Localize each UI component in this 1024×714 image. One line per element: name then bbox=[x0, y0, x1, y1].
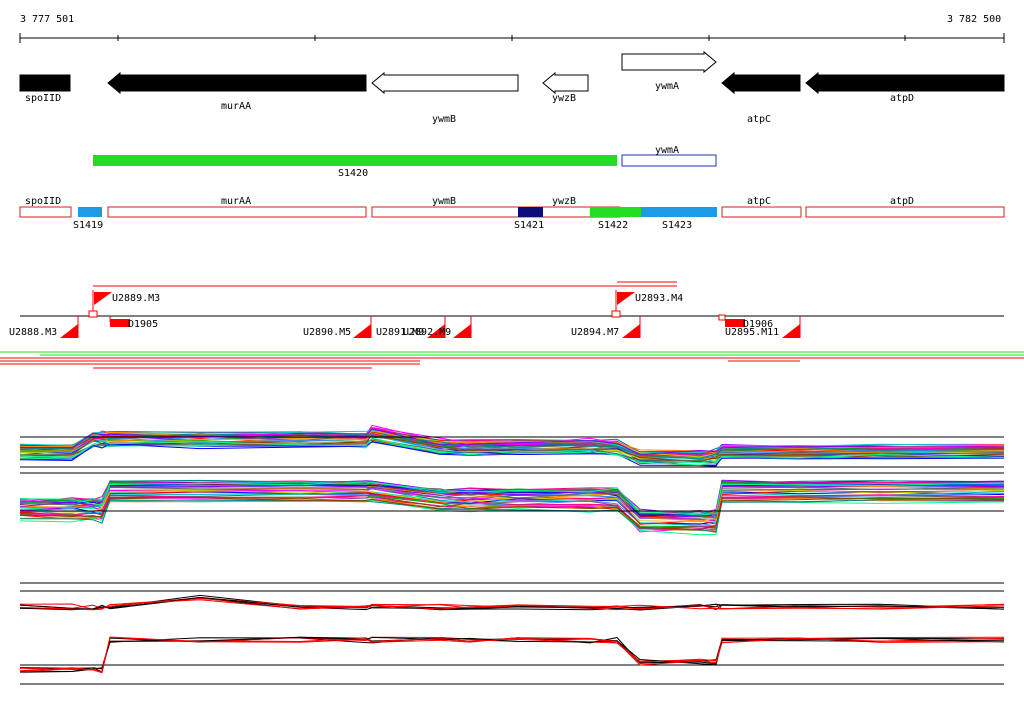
profile-line bbox=[19, 636, 1005, 672]
profile-line bbox=[19, 636, 1005, 673]
gene-label-atpD: atpD bbox=[890, 93, 914, 104]
annot-box-atpC[interactable] bbox=[721, 206, 802, 218]
profile-line bbox=[19, 636, 1005, 673]
annot-box-spoIID[interactable] bbox=[19, 206, 72, 218]
coord-start: 3 777 501 bbox=[20, 14, 74, 25]
annot-label-atpC: atpC bbox=[747, 196, 771, 207]
gene-arrow-murAA[interactable] bbox=[107, 71, 367, 95]
gene-arrow-ywmB[interactable] bbox=[371, 71, 519, 95]
annot-label-S1423: S1423 bbox=[662, 220, 692, 231]
feature-box-D1906[interactable] bbox=[725, 319, 745, 327]
coverage-strips bbox=[0, 351, 1024, 369]
profile-line bbox=[19, 636, 1005, 673]
feature-label-U2888: U2888.M3 bbox=[9, 327, 57, 338]
annot-label-ywzB: ywzB bbox=[552, 196, 576, 207]
profile-line bbox=[19, 636, 1005, 673]
feature-box-D1905[interactable] bbox=[110, 319, 130, 327]
feature-flag-U2892[interactable] bbox=[453, 324, 471, 338]
gene-label-ywmA: ywmA bbox=[655, 81, 679, 92]
annot-seg-S1422[interactable] bbox=[590, 207, 641, 217]
profile-line bbox=[19, 636, 1005, 674]
gene-label-atpC: atpC bbox=[747, 114, 771, 125]
gene-label-murAA: murAA bbox=[221, 101, 251, 112]
annot-box-atpD[interactable] bbox=[805, 206, 1005, 218]
annot-seg-S1421[interactable] bbox=[518, 207, 543, 217]
feature-flag-U2894[interactable] bbox=[622, 324, 640, 338]
feature-label-U2889: U2889.M3 bbox=[112, 293, 160, 304]
coordinate-ruler: 3 777 501 3 782 500 bbox=[19, 14, 1005, 43]
gene-label-ywzB: ywzB bbox=[552, 93, 576, 104]
annot-seg-S1423[interactable] bbox=[641, 207, 717, 217]
annot-label-atpD: atpD bbox=[890, 196, 914, 207]
segment-label-S1420: S1420 bbox=[338, 168, 368, 179]
annotation-track: spoIID S1419 murAA ywmB ywzB S1421 S1422… bbox=[19, 196, 1005, 231]
feature-flag-U2889[interactable] bbox=[94, 292, 112, 305]
gene-arrow-atpC[interactable] bbox=[721, 71, 801, 95]
expression-profiles-bottom bbox=[19, 582, 1005, 685]
annot-box-murAA[interactable] bbox=[107, 206, 367, 218]
annot-label-S1421: S1421 bbox=[514, 220, 544, 231]
feature-label-U2895: U2895.M11 bbox=[725, 327, 779, 338]
feature-label-U2893: U2893.M4 bbox=[635, 293, 683, 304]
feature-label-U2892: U2892.M9 bbox=[403, 327, 451, 338]
annot-label-S1419: S1419 bbox=[73, 220, 103, 231]
annot-label-S1422: S1422 bbox=[598, 220, 628, 231]
feature-flag-U2888[interactable] bbox=[60, 324, 78, 338]
expression-profiles-upper bbox=[19, 424, 1005, 468]
gene-track: spoIID murAA ywmB ywzB ywmA atpC atpD bbox=[19, 50, 1005, 125]
segment-track: S1420 ywmA bbox=[93, 145, 717, 179]
feature-label-U2890: U2890.M5 bbox=[303, 327, 351, 338]
feature-flag-U2895[interactable] bbox=[782, 324, 800, 338]
annot-label-spoIID: spoIID bbox=[25, 196, 61, 207]
annot-box-ywmB[interactable] bbox=[371, 206, 621, 218]
feature-flag-U2890[interactable] bbox=[353, 324, 371, 338]
upstream-feature-track: U2888.M3 U2889.M3 D1905 U2890.M5 U2891.M… bbox=[9, 281, 1004, 338]
annot-label-ywmB: ywmB bbox=[432, 196, 456, 207]
segment-label-ywmA: ywmA bbox=[655, 145, 679, 156]
annot-label-murAA: murAA bbox=[221, 196, 251, 207]
genome-browser-diagram: 3 777 501 3 782 500 spoIID murAA ywmB yw… bbox=[0, 14, 1024, 685]
feature-label-U2894: U2894.M7 bbox=[571, 327, 619, 338]
gene-label-spoIID: spoIID bbox=[25, 93, 61, 104]
expression-profiles-lower bbox=[19, 472, 1005, 536]
annot-seg-S1419[interactable] bbox=[78, 207, 102, 217]
feature-label-D1905: D1905 bbox=[128, 319, 158, 330]
gene-arrow-spoIID[interactable] bbox=[19, 74, 71, 92]
coord-end: 3 782 500 bbox=[947, 14, 1001, 25]
gene-label-ywmB: ywmB bbox=[432, 114, 456, 125]
gene-arrow-ywzB[interactable] bbox=[542, 71, 589, 95]
feature-flag-U2893[interactable] bbox=[617, 292, 635, 305]
gene-arrow-ywmA[interactable] bbox=[621, 50, 717, 74]
gene-arrow-atpD[interactable] bbox=[805, 71, 1005, 95]
segment-ywmA-box[interactable] bbox=[621, 154, 717, 167]
segment-S1420[interactable] bbox=[93, 155, 617, 166]
